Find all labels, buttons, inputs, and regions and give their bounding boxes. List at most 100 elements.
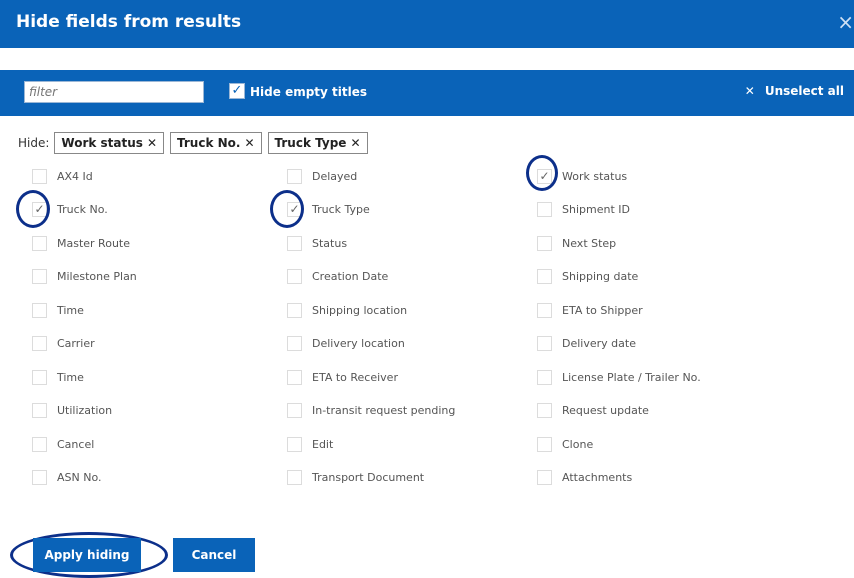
field-option[interactable]: License Plate / Trailer No. [537, 367, 701, 387]
field-checkbox[interactable] [287, 168, 302, 184]
field-option[interactable]: Delivery date [537, 334, 636, 354]
dialog-header: Hide fields from results × [0, 0, 854, 48]
hidden-tag-truck-type[interactable]: Truck Type ✕ [267, 132, 368, 154]
field-checkbox[interactable] [287, 336, 302, 351]
field-checkbox[interactable] [537, 436, 552, 452]
field-label: Creation Date [312, 270, 389, 283]
field-label: Request update [562, 404, 649, 417]
field-option[interactable]: Clone [537, 434, 593, 454]
field-option[interactable]: ✓ Work status [537, 166, 627, 186]
field-option[interactable]: Time [32, 367, 84, 387]
field-option[interactable]: Utilization [32, 401, 112, 421]
field-label: Time [57, 303, 84, 317]
field-option[interactable]: Shipping location [287, 300, 407, 320]
field-label: License Plate / Trailer No. [562, 370, 701, 384]
field-label: ETA to Receiver [312, 370, 398, 384]
field-option[interactable]: Edit [287, 434, 333, 454]
field-checkbox[interactable]: ✓ [287, 202, 302, 217]
field-checkbox[interactable] [537, 202, 552, 217]
remove-tag-icon[interactable]: ✕ [350, 136, 360, 150]
field-option[interactable]: Time [32, 300, 84, 320]
field-label: In-transit request pending [312, 404, 456, 417]
field-option[interactable]: In-transit request pending [287, 401, 455, 421]
field-option[interactable]: Delayed [287, 166, 357, 186]
close-icon: ✕ [744, 84, 755, 98]
unselect-all-button[interactable]: ✕ Unselect all [745, 84, 844, 98]
field-option[interactable]: Attachments [537, 468, 632, 488]
field-option[interactable]: Shipping date [537, 267, 638, 287]
field-label: Carrier [57, 337, 95, 350]
field-option[interactable]: ETA to Receiver [287, 367, 398, 387]
field-checkbox[interactable]: ✓ [32, 202, 47, 217]
field-checkbox[interactable] [537, 269, 552, 284]
field-option[interactable]: AX4 Id [32, 166, 93, 186]
field-checkbox[interactable] [32, 302, 47, 318]
field-checkbox[interactable] [32, 403, 47, 418]
remove-tag-icon[interactable]: ✕ [147, 136, 157, 150]
field-checkbox[interactable] [537, 403, 552, 418]
field-label: Shipping date [562, 270, 639, 283]
field-checkbox[interactable] [287, 235, 302, 251]
field-option[interactable]: ✓ Truck Type [287, 200, 370, 220]
field-option[interactable]: ASN No. [32, 468, 102, 488]
field-checkbox[interactable] [537, 336, 552, 351]
field-label: Shipping location [312, 303, 408, 317]
field-label: Next Step [562, 236, 617, 250]
field-label: Shipment ID [562, 203, 630, 216]
field-label: ASN No. [57, 471, 102, 484]
tag-label: Truck No. [177, 136, 241, 150]
hidden-tag-truck-no[interactable]: Truck No. ✕ [170, 132, 262, 154]
field-checkbox[interactable] [32, 235, 47, 251]
field-checkbox[interactable] [32, 436, 47, 452]
field-checkbox[interactable] [287, 470, 302, 485]
close-icon[interactable]: × [837, 10, 854, 34]
hidden-tag-work-status[interactable]: Work status ✕ [54, 132, 164, 154]
field-checkbox[interactable] [32, 269, 47, 284]
unselect-all-label: Unselect all [764, 84, 844, 98]
field-option[interactable]: Carrier [32, 334, 95, 354]
field-checkbox[interactable] [32, 369, 47, 385]
field-option[interactable]: Creation Date [287, 267, 388, 287]
field-label: Time [57, 370, 84, 384]
field-option[interactable]: ✓ Truck No. [32, 200, 108, 220]
field-label: Delayed [312, 169, 358, 183]
field-option[interactable]: Delivery location [287, 334, 405, 354]
field-option[interactable]: Request update [537, 401, 649, 421]
field-checkbox[interactable] [537, 302, 552, 318]
field-option[interactable]: Cancel [32, 434, 94, 454]
tag-label: Work status [61, 136, 143, 150]
hide-empty-titles-label[interactable]: Hide empty titles [250, 85, 367, 99]
field-label: Cancel [57, 437, 95, 451]
field-label: Transport Document [312, 471, 425, 484]
field-checkbox[interactable] [32, 168, 47, 184]
field-checkbox[interactable] [32, 336, 47, 351]
field-checkbox[interactable] [537, 470, 552, 485]
field-option[interactable]: Master Route [32, 233, 130, 253]
field-checkbox[interactable] [287, 269, 302, 284]
field-option[interactable]: Next Step [537, 233, 616, 253]
field-checkbox[interactable] [537, 235, 552, 251]
hide-empty-titles-checkbox[interactable]: ✓ [229, 83, 245, 99]
hidden-fields-tags: Hide: Work status ✕ Truck No. ✕ Truck Type… [18, 131, 374, 155]
field-label: Attachments [562, 471, 633, 484]
apply-hiding-button[interactable]: Apply hiding [33, 538, 141, 572]
field-option[interactable]: Status [287, 233, 347, 253]
field-checkbox[interactable] [287, 403, 302, 418]
field-option[interactable]: Shipment ID [537, 200, 630, 220]
field-label: Truck No. [57, 203, 108, 216]
cancel-button[interactable]: Cancel [173, 538, 255, 572]
field-checkbox[interactable] [287, 369, 302, 385]
field-checkbox[interactable] [32, 470, 47, 485]
field-option[interactable]: Milestone Plan [32, 267, 137, 287]
field-checkbox[interactable] [287, 302, 302, 318]
field-label: AX4 Id [57, 169, 93, 183]
remove-tag-icon[interactable]: ✕ [244, 136, 254, 150]
field-option[interactable]: Transport Document [287, 468, 424, 488]
field-option[interactable]: ETA to Shipper [537, 300, 643, 320]
field-checkbox[interactable] [537, 369, 552, 385]
field-checkbox[interactable] [287, 436, 302, 452]
field-checkbox[interactable]: ✓ [537, 168, 552, 184]
filter-input[interactable] [24, 81, 204, 103]
field-label: Work status [562, 169, 628, 183]
field-label: Utilization [57, 404, 113, 417]
